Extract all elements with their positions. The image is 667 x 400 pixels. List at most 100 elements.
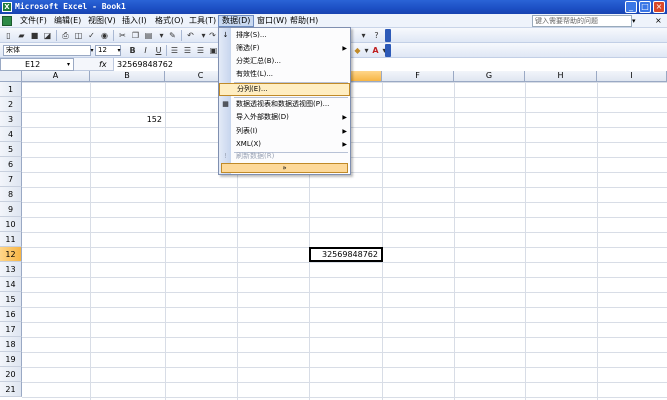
research-icon[interactable]: ◉ <box>99 30 110 41</box>
menu-item-label: 数据透视表和数据透视图(P)... <box>236 100 330 108</box>
gridline <box>382 82 383 400</box>
column-header-f[interactable]: F <box>382 71 454 82</box>
row-header-active[interactable]: 12 <box>0 247 22 262</box>
column-header-i[interactable]: I <box>597 71 667 82</box>
new-icon[interactable]: ▯ <box>3 30 14 41</box>
row-header[interactable]: 15 <box>0 292 22 307</box>
paste-icon[interactable]: ▤ <box>143 30 154 41</box>
excel-app-icon[interactable]: X <box>2 2 12 12</box>
cut-icon[interactable]: ✂ <box>117 30 128 41</box>
row-header[interactable]: 7 <box>0 172 22 187</box>
name-box[interactable]: E12 <box>0 58 74 71</box>
gridline <box>525 82 526 400</box>
name-box-dropdown-icon[interactable]: ▾ <box>64 58 73 71</box>
menu-window[interactable]: 窗口(W) <box>254 15 290 27</box>
cell-e12-selected[interactable]: 32569848762 <box>309 247 383 262</box>
row-header[interactable]: 5 <box>0 142 22 157</box>
font-size-dropdown-icon[interactable]: ▾ <box>115 45 123 56</box>
row-header[interactable]: 17 <box>0 322 22 337</box>
gridline <box>454 82 455 400</box>
submenu-arrow-icon: ▶ <box>342 45 347 52</box>
column-header-h[interactable]: H <box>525 71 597 82</box>
row-header[interactable]: 16 <box>0 307 22 322</box>
permission-icon[interactable]: ◪ <box>42 30 53 41</box>
menu-item-text-to-columns[interactable]: 分列(E)... <box>219 83 350 96</box>
menu-format[interactable]: 格式(O) <box>152 15 187 27</box>
row-header[interactable]: 13 <box>0 262 22 277</box>
row-header[interactable]: 11 <box>0 232 22 247</box>
row-header[interactable]: 21 <box>0 382 22 397</box>
menu-help[interactable]: 帮助(H) <box>287 15 321 27</box>
menu-item-pivot-table[interactable]: ▦ 数据透视表和数据透视图(P)... <box>219 98 350 111</box>
row-header[interactable]: 1 <box>0 82 22 97</box>
zoom-dropdown-icon[interactable]: ▾ <box>358 30 369 41</box>
menu-item-validation[interactable]: 有效性(L)... <box>219 68 350 81</box>
align-center-icon[interactable]: ☰ <box>182 45 193 56</box>
menu-item-subtotals[interactable]: 分类汇总(B)... <box>219 55 350 68</box>
bold-button[interactable]: B <box>127 45 138 56</box>
toolbar-separator <box>56 30 57 41</box>
menu-edit[interactable]: 编辑(E) <box>51 15 84 27</box>
window-title: Microsoft Excel - Book1 <box>15 2 126 11</box>
menu-item-label: 列表(I) <box>236 127 258 135</box>
help-dropdown-icon[interactable]: ▾ <box>632 15 640 27</box>
row-header[interactable]: 6 <box>0 157 22 172</box>
row-header[interactable]: 14 <box>0 277 22 292</box>
row-header[interactable]: 9 <box>0 202 22 217</box>
underline-button[interactable]: U <box>153 45 164 56</box>
row-header[interactable]: 3 <box>0 112 22 127</box>
row-header[interactable]: 19 <box>0 352 22 367</box>
menu-item-sort[interactable]: ↓ 排序(S)... <box>219 29 350 42</box>
undo-icon[interactable]: ↶ <box>185 30 196 41</box>
formula-input[interactable]: 32569848762 <box>113 58 667 71</box>
help-search-input[interactable]: 键入需要帮助的问题 <box>532 15 632 27</box>
paste-dropdown-icon[interactable]: ▾ <box>156 30 167 41</box>
toolbar-options-icon[interactable] <box>385 44 391 57</box>
menu-item-import-data[interactable]: 导入外部数据(D) ▶ <box>219 111 350 124</box>
print-preview-icon[interactable]: ◫ <box>73 30 84 41</box>
toolbar-separator <box>113 30 114 41</box>
toolbar-separator <box>166 45 167 56</box>
align-right-icon[interactable]: ☰ <box>195 45 206 56</box>
select-all-corner[interactable] <box>0 71 22 82</box>
align-left-icon[interactable]: ☰ <box>169 45 180 56</box>
column-header-a[interactable]: A <box>22 71 90 82</box>
minimize-button[interactable]: _ <box>625 1 637 13</box>
menu-item-label: 筛选(F) <box>236 44 260 52</box>
help-icon[interactable]: ? <box>371 30 382 41</box>
column-header-g[interactable]: G <box>454 71 525 82</box>
redo-icon[interactable]: ↷ <box>207 30 218 41</box>
open-icon[interactable]: ▰ <box>16 30 27 41</box>
row-header[interactable]: 4 <box>0 127 22 142</box>
print-icon[interactable]: ⎙ <box>60 30 71 41</box>
menu-item-list[interactable]: 列表(I) ▶ <box>219 125 350 138</box>
menu-item-filter[interactable]: 筛选(F) ▶ <box>219 42 350 55</box>
cell-b3[interactable]: 152 <box>90 112 165 127</box>
close-button[interactable]: × <box>653 1 665 13</box>
menu-item-label: 分类汇总(B)... <box>236 57 281 65</box>
copy-icon[interactable]: ❐ <box>130 30 141 41</box>
spelling-icon[interactable]: ✓ <box>86 30 97 41</box>
document-close-icon[interactable]: × <box>655 15 664 27</box>
menu-item-label: 导入外部数据(D) <box>236 113 289 121</box>
row-header[interactable]: 8 <box>0 187 22 202</box>
row-header[interactable]: 2 <box>0 97 22 112</box>
column-header-b[interactable]: B <box>90 71 165 82</box>
menu-expand-chevron-icon[interactable]: » <box>221 163 348 173</box>
row-header[interactable]: 10 <box>0 217 22 232</box>
save-icon[interactable]: ■ <box>29 30 40 41</box>
toolbar-options-icon[interactable] <box>385 29 391 42</box>
format-painter-icon[interactable]: ✎ <box>167 30 178 41</box>
font-name-select[interactable]: 宋体 <box>3 45 91 56</box>
menu-insert[interactable]: 插入(I) <box>119 15 150 27</box>
row-header[interactable]: 20 <box>0 367 22 382</box>
menu-tools[interactable]: 工具(T) <box>186 15 219 27</box>
italic-button[interactable]: I <box>140 45 151 56</box>
menu-data[interactable]: 数据(D) <box>218 15 255 27</box>
insert-function-icon[interactable]: fx <box>99 58 107 71</box>
maximize-button[interactable]: □ <box>639 1 651 13</box>
row-header[interactable]: 18 <box>0 337 22 352</box>
menu-view[interactable]: 视图(V) <box>85 15 119 27</box>
menu-file[interactable]: 文件(F) <box>17 15 50 27</box>
workbook-icon[interactable] <box>2 16 12 26</box>
